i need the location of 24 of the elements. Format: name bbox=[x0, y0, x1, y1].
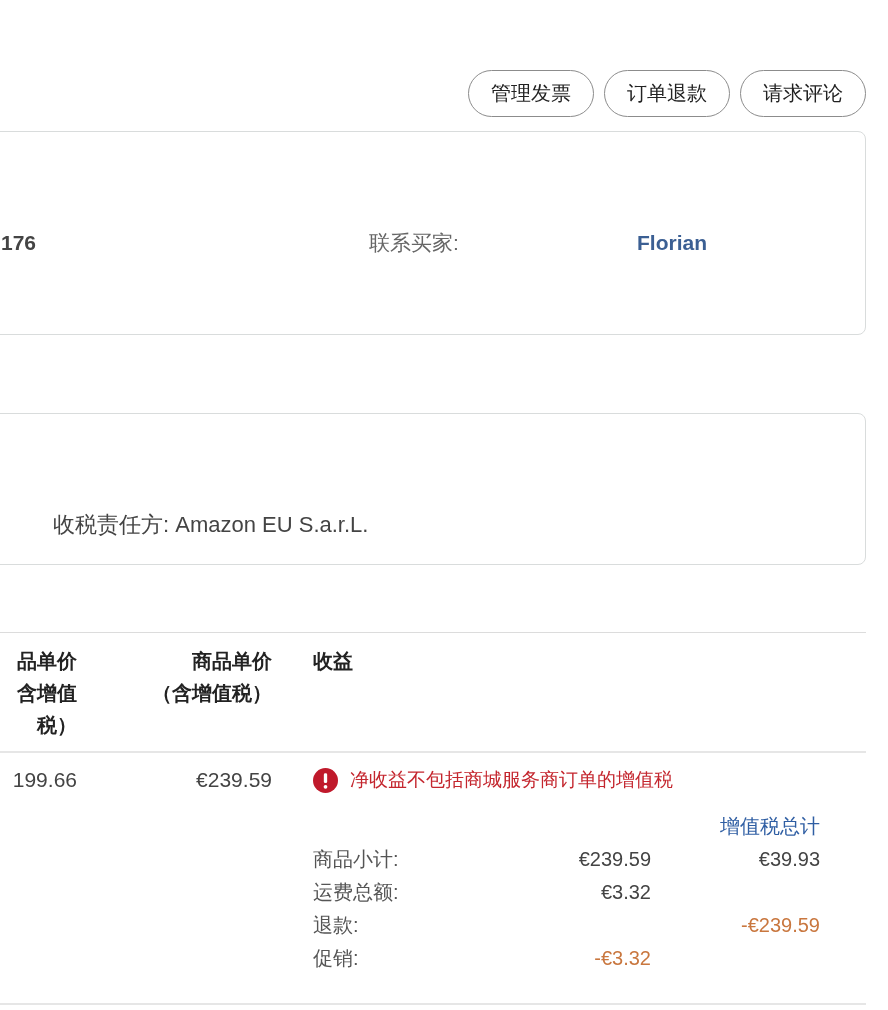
revenue-label: 运费总额: bbox=[313, 880, 399, 905]
column-header: 品单价 含增值 税） bbox=[17, 649, 77, 738]
amount-text: -€3.32 bbox=[594, 946, 651, 971]
buyer-name-link[interactable]: Florian bbox=[637, 231, 707, 255]
contact-buyer-label: 联系买家: bbox=[369, 230, 459, 256]
column-header: 收益 bbox=[313, 649, 353, 674]
vat-amount-text: €39.93 bbox=[758, 847, 820, 872]
vat-total-heading: 增值税总计 bbox=[720, 814, 820, 839]
revenue-label: 促销: bbox=[313, 946, 359, 971]
column-header: 商品单价 （含增值税） bbox=[152, 649, 272, 706]
revenue-label: 商品小计: bbox=[313, 847, 399, 872]
warning-icon bbox=[313, 767, 338, 793]
amount-text: €239.59 bbox=[578, 847, 651, 872]
price-cell-text: 199.66 bbox=[12, 767, 77, 793]
revenue-label: 退款: bbox=[313, 913, 359, 938]
tax-collector-text: 收税责任方: Amazon EU S.a.r.L. bbox=[53, 512, 369, 537]
warning-message: 净收益不包括商城服务商订单的增值税 bbox=[350, 768, 673, 792]
vat-amount-text: -€239.59 bbox=[741, 913, 820, 938]
action-button[interactable]: 管理发票 bbox=[468, 70, 594, 117]
action-button[interactable]: 订单退款 bbox=[604, 70, 730, 117]
order-number-text: 176 bbox=[1, 231, 37, 255]
price-cell-text: €239.59 bbox=[196, 767, 272, 793]
amount-text: €3.32 bbox=[600, 880, 651, 905]
action-button[interactable]: 请求评论 bbox=[740, 70, 866, 117]
